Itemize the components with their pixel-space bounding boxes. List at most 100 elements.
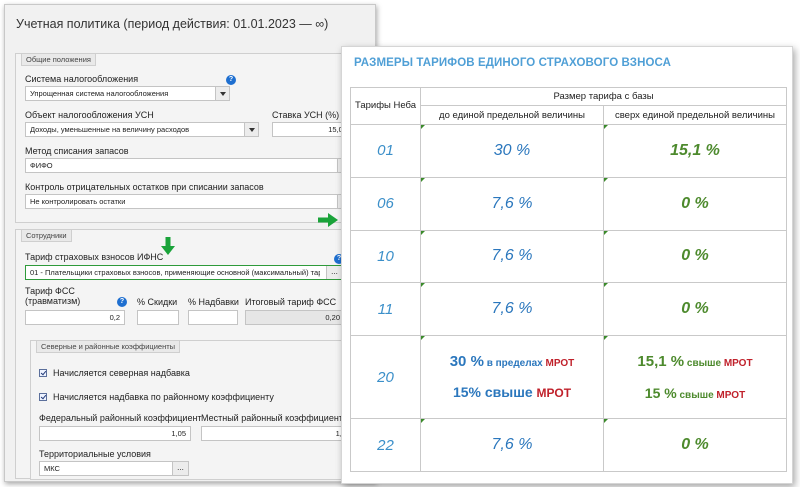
tariff-above-value: 0 % (681, 436, 709, 454)
north-bonus-label: Начисляется северная надбавка (53, 368, 190, 378)
total-fss-label: Итоговый тариф ФСС (245, 297, 337, 307)
ifns-tariff-select[interactable]: 01 - Плательщики страховых взносов, прим… (25, 265, 343, 280)
tax-system-value: Упрощенная система налогообложения (30, 89, 169, 98)
usn-object-select[interactable]: Доходы, уменьшенные на величину расходов (25, 122, 259, 137)
tariff-20-up-to-line1: 30 % в пределах МРОТ (421, 353, 603, 370)
table-row: 22 7,6 % 0 % (350, 418, 787, 472)
tariff-code: 20 (350, 335, 421, 420)
tariff-above: 15,1 % свыше МРОТ 15 % свыше МРОТ (603, 335, 787, 420)
surcharge-input[interactable] (188, 310, 238, 325)
ellipsis-icon[interactable]: ... (326, 266, 342, 279)
tariff-20-up-to-a: 30 % (449, 353, 484, 371)
ifns-tariff-label: Тариф страховых взносов ИФНС (25, 252, 164, 262)
tariff-table-panel: РАЗМЕРЫ ТАРИФОВ ЕДИНОГО СТРАХОВОГО ВЗНОС… (341, 46, 793, 484)
tariff-up-to-value: 30 % (493, 141, 531, 159)
tariff-above: 0 % (603, 229, 787, 284)
northern-section: Северные и районные коэффициенты Начисля… (30, 340, 352, 480)
inventory-method-select[interactable]: ФИФО (25, 158, 352, 173)
local-coef-label: Местный районный коэффициент (201, 413, 343, 423)
col-up-to-header: до единой предельной величины (420, 105, 604, 125)
table-row: 11 7,6 % 0 % (350, 282, 787, 337)
district-bonus-label: Начисляется надбавка по районному коэффи… (53, 392, 274, 402)
usn-object-value: Доходы, уменьшенные на величину расходов (30, 125, 190, 134)
ellipsis-icon[interactable]: ... (172, 462, 188, 475)
tariff-up-to-value: 7,6 % (491, 436, 533, 454)
tariff-above-value: 0 % (681, 194, 709, 212)
total-fss-value: 0,20 (245, 310, 345, 325)
territorial-select[interactable]: МКС ... (39, 461, 189, 476)
tariff-20-up-to-a-note: в пределах (483, 358, 546, 370)
tariff-above-value: 0 % (681, 247, 709, 265)
help-icon[interactable]: ? (117, 297, 127, 307)
tax-system-select[interactable]: Упрощенная система налогообложения (25, 86, 230, 101)
col-codes-header: Тарифы Неба (350, 87, 421, 125)
general-section-legend: Общие положения (21, 53, 96, 66)
negative-control-value: Не контролировать остатки (30, 197, 126, 206)
green-arrow-down-icon (161, 237, 175, 255)
tariff-up-to: 7,6 % (420, 176, 604, 231)
tariff-above-value: 15,1 % (670, 141, 720, 159)
tariff-code: 01 (350, 123, 421, 178)
tariff-20-above-b-note: свыше (676, 389, 717, 401)
usn-rate-label: Ставка УСН (%) (272, 110, 340, 120)
tariff-up-to-value: 7,6 % (491, 247, 533, 265)
col-group-header: Размер тарифа с базы (420, 86, 787, 107)
tariff-above: 15,1 % (603, 123, 787, 178)
col-above-header: сверх единой предельной величины (603, 105, 787, 125)
tariff-20-above-a-note: свыше (684, 358, 724, 370)
general-section: Общие положения Система налогообложения … (15, 53, 371, 223)
usn-rate-input[interactable]: 15,00 (272, 122, 352, 137)
table-row: 20 30 % в пределах МРОТ 15% свыше МРОТ 1… (350, 335, 787, 420)
usn-object-label: Объект налогообложения УСН (25, 110, 154, 120)
ifns-tariff-value: 01 - Плательщики страховых взносов, прим… (30, 268, 320, 277)
green-arrow-right-icon (318, 213, 338, 227)
fss-tariff-input[interactable]: 0,2 (25, 310, 125, 325)
tariff-up-to: 7,6 % (420, 282, 604, 337)
mrot-label: МРОТ (723, 358, 753, 370)
tariff-up-to-value: 7,6 % (491, 194, 533, 212)
discount-label: % Скидки (137, 297, 178, 307)
tariff-20-above-line2: 15 % свыше МРОТ (604, 385, 786, 402)
chevron-down-icon[interactable] (215, 87, 229, 100)
district-bonus-checkbox[interactable] (39, 393, 47, 401)
tariff-up-to: 30 % в пределах МРОТ 15% свыше МРОТ (420, 335, 604, 420)
screenshot-stage: Учетная политика (период действия: 01.01… (0, 0, 800, 487)
tariff-table-title: РАЗМЕРЫ ТАРИФОВ ЕДИНОГО СТРАХОВОГО ВЗНОС… (354, 57, 672, 69)
tariff-table: Тарифы Неба Размер тарифа с базы до един… (350, 86, 787, 472)
tariff-20-above-b: 15 % (644, 384, 677, 401)
tariff-above-value: 0 % (681, 300, 709, 318)
mrot-label: МРОТ (545, 358, 575, 370)
territorial-label: Территориальные условия (39, 449, 151, 459)
north-bonus-checkbox[interactable] (39, 369, 47, 377)
northern-section-legend: Северные и районные коэффициенты (36, 340, 181, 353)
fss-tariff-label: Тариф ФСС (травматизм) (25, 286, 81, 306)
accounting-policy-window: Учетная политика (период действия: 01.01… (4, 4, 376, 482)
negative-control-label: Контроль отрицательных остатков при спис… (25, 182, 264, 192)
table-row: 01 30 % 15,1 % (350, 123, 787, 178)
negative-control-select[interactable]: Не контролировать остатки (25, 194, 352, 209)
table-header-row: Тарифы Неба Размер тарифа с базы (350, 86, 787, 125)
staff-section: Сотрудники Тариф страховых взносов ИФНС … (15, 229, 371, 480)
tariff-up-to: 7,6 % (420, 418, 604, 472)
table-row: 06 7,6 % 0 % (350, 176, 787, 231)
territorial-value: МКС (44, 464, 60, 473)
inventory-method-label: Метод списания запасов (25, 146, 129, 156)
federal-coef-input[interactable]: 1,05 (39, 426, 191, 441)
mrot-label: МРОТ (716, 389, 746, 401)
tax-system-label: Система налогообложения (25, 74, 139, 84)
window-title: Учетная политика (период действия: 01.01… (16, 17, 329, 31)
federal-coef-label: Федеральный районный коэффициент (39, 413, 202, 423)
help-icon[interactable]: ? (226, 75, 236, 85)
staff-section-legend: Сотрудники (21, 229, 72, 242)
discount-input[interactable] (137, 310, 179, 325)
tariff-above: 0 % (603, 176, 787, 231)
tariff-20-up-to-b: 15% свыше (452, 384, 537, 401)
table-row: 10 7,6 % 0 % (350, 229, 787, 284)
tariff-20-up-to-line2: 15% свыше МРОТ (421, 384, 603, 401)
chevron-down-icon[interactable] (244, 123, 258, 136)
tariff-code: 22 (350, 418, 421, 472)
local-coef-input[interactable]: 1,0 (201, 426, 351, 441)
tariff-up-to: 30 % (420, 123, 604, 178)
mrot-label: МРОТ (536, 386, 572, 401)
inventory-method-value: ФИФО (30, 161, 53, 170)
